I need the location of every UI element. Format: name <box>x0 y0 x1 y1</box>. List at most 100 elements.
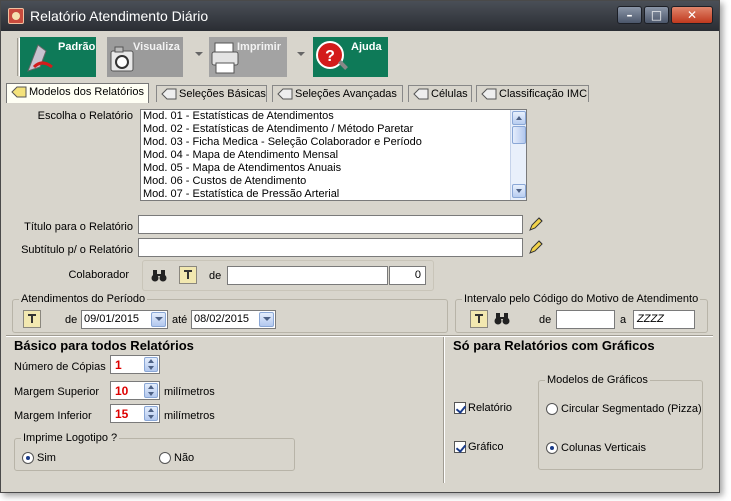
tab-tag-icon <box>481 88 497 100</box>
subtitulo-input[interactable] <box>138 238 523 257</box>
date-from-value: 09/01/2015 <box>84 313 140 325</box>
margem-superior-spinner[interactable]: 10 <box>110 381 160 400</box>
modelos-graficos-title: Modelos de Gráficos <box>545 374 650 386</box>
colaborador-count-input[interactable]: 0 <box>389 266 426 285</box>
tab-selecoes-avancadas[interactable]: Seleções Avançadas <box>272 85 403 102</box>
minimize-icon: – <box>626 8 633 22</box>
relatorio-checkbox[interactable] <box>454 402 466 414</box>
intervalo-info-button[interactable] <box>470 310 488 328</box>
list-item[interactable]: Mod. 01 - Estatísticas de Atendimentos <box>141 110 526 123</box>
tab-label: Células <box>431 88 468 100</box>
close-button[interactable]: ✕ <box>671 6 713 24</box>
visualiza-button[interactable]: Visualiza <box>107 37 183 77</box>
copias-label: Número de Cópias <box>14 361 106 373</box>
visualiza-label: Visualiza <box>133 41 180 53</box>
minimize-button[interactable]: – <box>617 6 642 24</box>
date-from-dropdown-icon[interactable] <box>151 312 166 327</box>
colaborador-label: Colaborador <box>68 269 129 281</box>
chevron-down-icon <box>516 189 522 193</box>
margem-superior-unit: milímetros <box>164 386 215 398</box>
list-item[interactable]: Mod. 07 - Estatística de Pressão Arteria… <box>141 188 526 200</box>
intervalo-title: Intervalo pelo Código do Motivo de Atend… <box>462 293 701 305</box>
margem-inferior-label: Margem Inferior <box>14 410 92 422</box>
list-item[interactable]: Mod. 03 - Ficha Medica - Seleção Colabor… <box>141 136 526 149</box>
colaborador-de-label: de <box>209 270 222 282</box>
date-to-value: 08/02/2015 <box>194 313 250 325</box>
date-to-picker[interactable]: 08/02/2015 <box>191 310 276 329</box>
chevron-up-icon <box>148 408 154 412</box>
margem-inferior-spinner[interactable]: 15 <box>110 404 160 423</box>
intervalo-group: Intervalo pelo Código do Motivo de Atend… <box>455 293 708 333</box>
titulo-label: Título para o Relatório <box>24 221 133 233</box>
codigo-from-input[interactable] <box>556 310 615 329</box>
list-scrollbar[interactable] <box>510 110 526 200</box>
colunas-label: Colunas Verticais <box>561 442 646 454</box>
padrao-button[interactable]: Padrão <box>20 37 96 77</box>
tab-tag-icon <box>277 88 293 100</box>
default-settings-icon <box>22 39 58 75</box>
visualiza-dropdown-icon[interactable] <box>195 52 203 56</box>
relatorio-checkbox-label: Relatório <box>468 402 513 414</box>
codigo-to-input[interactable]: ZZZZ <box>633 310 695 329</box>
imprimir-dropdown-icon[interactable] <box>297 52 305 56</box>
chevron-up-icon <box>148 385 154 389</box>
scroll-up-button[interactable] <box>512 111 526 125</box>
date-to-dropdown-icon[interactable] <box>259 312 274 327</box>
colaborador-group: de 0 <box>142 260 434 291</box>
copias-spinner[interactable]: 1 <box>110 355 160 374</box>
ajuda-button[interactable]: ? Ajuda <box>313 37 388 77</box>
logotipo-sim-radio[interactable] <box>22 452 34 464</box>
copias-stepper-buttons[interactable] <box>144 357 158 372</box>
date-from-picker[interactable]: 09/01/2015 <box>81 310 168 329</box>
window-title: Relatório Atendimento Diário <box>30 8 209 24</box>
periodo-de-label: de <box>65 314 78 326</box>
list-item[interactable]: Mod. 02 - Estatísticas de Atendimento / … <box>141 123 526 136</box>
tab-label: Seleções Avançadas <box>295 88 397 100</box>
periodo-title: Atendimentos do Período <box>19 293 148 305</box>
grafico-checkbox-label: Gráfico <box>468 441 504 453</box>
svg-text:?: ? <box>325 48 335 65</box>
colaborador-name-input[interactable] <box>227 266 388 285</box>
periodo-info-button[interactable] <box>23 310 41 328</box>
tab-tag-icon <box>161 88 177 100</box>
colunas-radio[interactable] <box>546 442 558 454</box>
app-icon <box>8 8 24 24</box>
grafico-checkbox[interactable] <box>454 441 466 453</box>
tab-panel-modelos: Escolha o Relatório Mod. 01 - Estatístic… <box>6 102 713 335</box>
margem-inferior-stepper-buttons[interactable] <box>144 406 158 421</box>
list-item[interactable]: Mod. 04 - Mapa de Atendimento Mensal <box>141 149 526 162</box>
tab-selecoes-basicas[interactable]: Seleções Básicas <box>156 85 267 102</box>
tab-classificacao-imc[interactable]: Classificação IMC <box>476 85 589 102</box>
list-item[interactable]: Mod. 05 - Mapa de Atendimentos Anuais <box>141 162 526 175</box>
tab-celulas[interactable]: Células <box>408 85 472 102</box>
list-item[interactable]: Mod. 06 - Custos de Atendimento <box>141 175 526 188</box>
edit-pencil-icon[interactable] <box>528 239 544 255</box>
margem-superior-stepper-buttons[interactable] <box>144 383 158 398</box>
maximize-icon: □ <box>650 8 663 22</box>
close-icon: ✕ <box>686 8 698 22</box>
tab-modelos[interactable]: Modelos dos Relatórios <box>6 83 149 103</box>
chevron-down-icon <box>148 366 154 370</box>
logotipo-group: Imprime Logotipo ? Sim Não <box>14 432 295 471</box>
binoculars-icon[interactable] <box>494 312 510 326</box>
binoculars-icon[interactable] <box>151 269 167 283</box>
colaborador-info-button[interactable] <box>179 266 197 284</box>
margem-inferior-value: 15 <box>115 407 129 421</box>
edit-pencil-icon[interactable] <box>528 216 544 232</box>
logotipo-nao-radio[interactable] <box>159 452 171 464</box>
scroll-thumb[interactable] <box>512 126 526 144</box>
tab-tag-icon <box>413 88 429 100</box>
ajuda-label: Ajuda <box>351 41 382 53</box>
escolha-relatorio-label: Escolha o Relatório <box>37 110 133 122</box>
tab-label: Modelos dos Relatórios <box>29 86 144 98</box>
report-model-list[interactable]: Mod. 01 - Estatísticas de Atendimentos M… <box>140 109 527 201</box>
pizza-radio[interactable] <box>546 403 558 415</box>
maximize-button[interactable]: □ <box>644 6 669 24</box>
imprimir-button[interactable]: Imprimir <box>209 37 287 77</box>
titulo-input[interactable] <box>138 215 523 234</box>
section-vertical-divider <box>443 337 444 483</box>
chevron-down-icon <box>148 415 154 419</box>
scroll-down-button[interactable] <box>512 184 526 198</box>
toolbar: Padrão Visualiza Imprimir ? Ajuda <box>6 34 717 80</box>
title-bar[interactable]: Relatório Atendimento Diário – □ ✕ <box>1 1 719 31</box>
